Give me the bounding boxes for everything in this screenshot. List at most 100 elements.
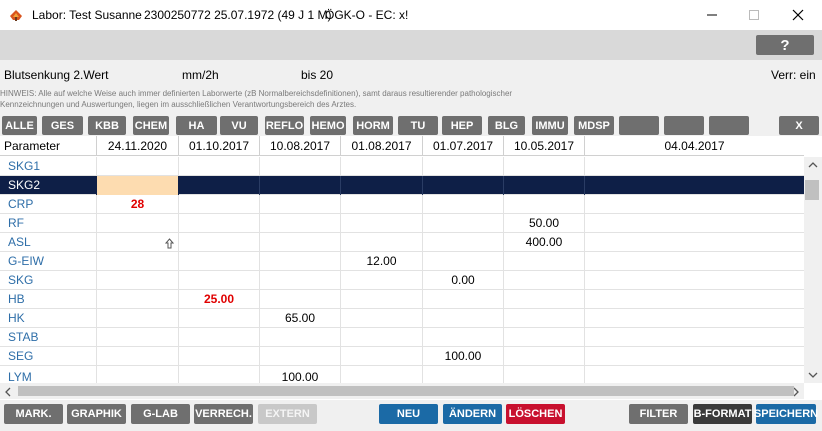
value-cell[interactable] — [585, 347, 804, 366]
value-cell[interactable] — [423, 309, 504, 328]
value-cell[interactable] — [260, 347, 341, 366]
value-cell[interactable] — [97, 214, 179, 233]
header-date[interactable]: 10.05.2017 — [504, 136, 585, 156]
value-cell[interactable] — [97, 290, 179, 309]
category-close-button[interactable]: X — [779, 116, 819, 135]
value-cell[interactable] — [585, 195, 804, 214]
category-button-vu[interactable]: VU — [220, 116, 258, 135]
loeschen-button[interactable]: LÖSCHEN — [506, 404, 565, 424]
value-cell[interactable] — [504, 366, 585, 383]
value-cell[interactable] — [179, 347, 260, 366]
minimize-button[interactable] — [690, 0, 734, 30]
value-cell[interactable] — [341, 195, 423, 214]
value-cell[interactable] — [260, 176, 341, 195]
value-cell[interactable] — [423, 214, 504, 233]
aendern-button[interactable]: ÄNDERN — [443, 404, 502, 424]
value-cell[interactable] — [260, 195, 341, 214]
parameter-cell[interactable]: LYM — [0, 366, 97, 383]
category-button-empty-1[interactable] — [619, 116, 659, 135]
value-cell[interactable] — [423, 252, 504, 271]
parameter-cell[interactable]: HK — [0, 309, 97, 328]
value-cell[interactable] — [504, 252, 585, 271]
category-button-reflo[interactable]: REFLO — [265, 116, 304, 135]
value-cell[interactable] — [97, 309, 179, 328]
category-button-chem[interactable]: CHEM — [133, 116, 169, 135]
maximize-button[interactable] — [732, 0, 776, 30]
value-cell[interactable] — [179, 195, 260, 214]
value-cell[interactable] — [504, 271, 585, 290]
value-cell[interactable] — [341, 347, 423, 366]
neu-button[interactable]: NEU — [379, 404, 438, 424]
category-button-empty-2[interactable] — [664, 116, 704, 135]
value-cell[interactable] — [423, 195, 504, 214]
value-cell[interactable] — [179, 214, 260, 233]
value-cell[interactable] — [504, 347, 585, 366]
category-button-mdsp[interactable]: MDSP — [574, 116, 614, 135]
value-cell[interactable] — [260, 157, 341, 176]
value-cell[interactable]: 28 — [97, 195, 179, 214]
table-row[interactable]: HK 65.00 — [0, 309, 804, 328]
category-button-tu[interactable]: TU — [398, 116, 438, 135]
category-button-alle[interactable]: ALLE — [2, 116, 37, 135]
parameter-cell[interactable]: SKG — [0, 271, 97, 290]
category-button-ha[interactable]: HA — [176, 116, 217, 135]
table-row[interactable]: STAB — [0, 328, 804, 347]
value-cell[interactable]: 50.00 — [504, 214, 585, 233]
value-cell[interactable] — [585, 214, 804, 233]
help-button[interactable]: ? — [756, 35, 814, 55]
category-button-ges[interactable]: GES — [42, 116, 83, 135]
value-cell[interactable] — [97, 347, 179, 366]
horizontal-scroll-thumb[interactable] — [18, 386, 794, 396]
header-date[interactable]: 01.07.2017 — [423, 136, 504, 156]
value-cell[interactable] — [504, 290, 585, 309]
parameter-cell[interactable]: ASL — [0, 233, 97, 252]
header-date[interactable]: 01.08.2017 — [341, 136, 423, 156]
parameter-cell[interactable]: CRP — [0, 195, 97, 214]
value-cell-active[interactable] — [97, 176, 179, 195]
value-cell[interactable] — [97, 157, 179, 176]
category-button-hep[interactable]: HEP — [442, 116, 482, 135]
value-cell[interactable] — [504, 157, 585, 176]
value-cell[interactable] — [341, 233, 423, 252]
value-cell[interactable] — [585, 252, 804, 271]
close-button[interactable] — [776, 0, 820, 30]
value-cell[interactable] — [97, 233, 179, 252]
header-date[interactable]: 10.08.2017 — [260, 136, 341, 156]
value-cell[interactable] — [260, 252, 341, 271]
extern-button[interactable]: EXTERN — [258, 404, 317, 424]
value-cell[interactable] — [341, 290, 423, 309]
parameter-cell[interactable]: SEG — [0, 347, 97, 366]
value-cell[interactable] — [260, 290, 341, 309]
value-cell[interactable] — [179, 366, 260, 383]
value-cell[interactable] — [341, 366, 423, 383]
value-cell[interactable] — [585, 309, 804, 328]
scroll-left-icon[interactable] — [4, 387, 12, 397]
value-cell[interactable] — [585, 233, 804, 252]
parameter-cell[interactable]: STAB — [0, 328, 97, 347]
value-cell[interactable] — [179, 328, 260, 347]
value-cell[interactable] — [341, 309, 423, 328]
value-cell[interactable] — [260, 233, 341, 252]
value-cell[interactable]: 100.00 — [260, 366, 341, 383]
value-cell[interactable] — [179, 176, 260, 195]
value-cell[interactable] — [341, 157, 423, 176]
parameter-cell[interactable]: HB — [0, 290, 97, 309]
value-cell[interactable] — [341, 328, 423, 347]
parameter-cell[interactable]: SKG1 — [0, 157, 97, 176]
parameter-cell[interactable]: RF — [0, 214, 97, 233]
value-cell[interactable] — [423, 328, 504, 347]
value-cell[interactable] — [260, 214, 341, 233]
filter-button[interactable]: FILTER — [629, 404, 688, 424]
table-row[interactable]: ASL 400.00 — [0, 233, 804, 252]
table-row-selected[interactable]: SKG2 — [0, 176, 804, 195]
category-button-immu[interactable]: IMMU — [532, 116, 568, 135]
table-row[interactable]: SKG 0.00 — [0, 271, 804, 290]
value-cell[interactable] — [341, 271, 423, 290]
value-cell[interactable] — [585, 290, 804, 309]
value-cell[interactable]: 400.00 — [504, 233, 585, 252]
value-cell[interactable] — [97, 252, 179, 271]
header-date[interactable]: 01.10.2017 — [179, 136, 260, 156]
value-cell[interactable] — [423, 366, 504, 383]
value-cell[interactable] — [97, 328, 179, 347]
header-date[interactable]: 24.11.2020 — [97, 136, 179, 156]
